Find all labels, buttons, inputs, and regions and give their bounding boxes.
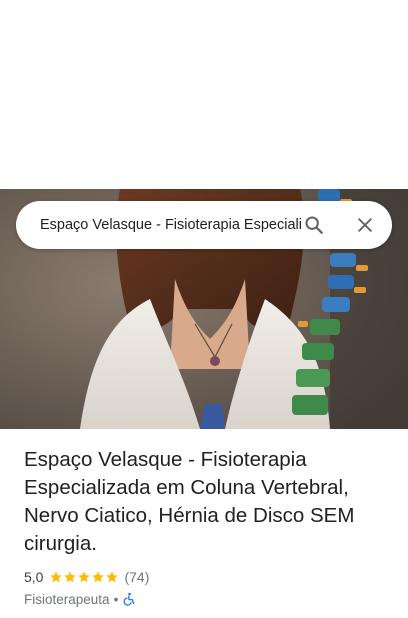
- rating-stars: [49, 570, 119, 584]
- close-icon: [358, 218, 372, 232]
- search-input[interactable]: [40, 201, 302, 249]
- place-info: Espaço Velasque - Fisioterapia Especiali…: [24, 446, 384, 608]
- place-title: Espaço Velasque - Fisioterapia Especiali…: [24, 448, 355, 555]
- place-category[interactable]: Fisioterapeuta: [24, 592, 110, 607]
- star-icon: [78, 571, 91, 583]
- star-icon: [92, 571, 105, 583]
- star-icon: [50, 571, 63, 583]
- search-icon: [305, 216, 323, 234]
- star-icon: [106, 571, 119, 583]
- category-row: Fisioterapeuta •: [24, 590, 384, 608]
- search-bar: [16, 201, 392, 249]
- rating-row[interactable]: 5,0 (74): [24, 568, 384, 586]
- rating-value: 5,0: [24, 569, 44, 585]
- search-button[interactable]: [298, 209, 330, 241]
- review-count[interactable]: (74): [124, 569, 149, 585]
- wheelchair-icon[interactable]: [122, 592, 136, 606]
- clear-search-button[interactable]: [349, 209, 381, 241]
- separator-dot: •: [113, 591, 119, 607]
- maps-place-panel: Espaço Velasque - Fisioterapia Especiali…: [0, 0, 408, 618]
- star-icon: [64, 571, 77, 583]
